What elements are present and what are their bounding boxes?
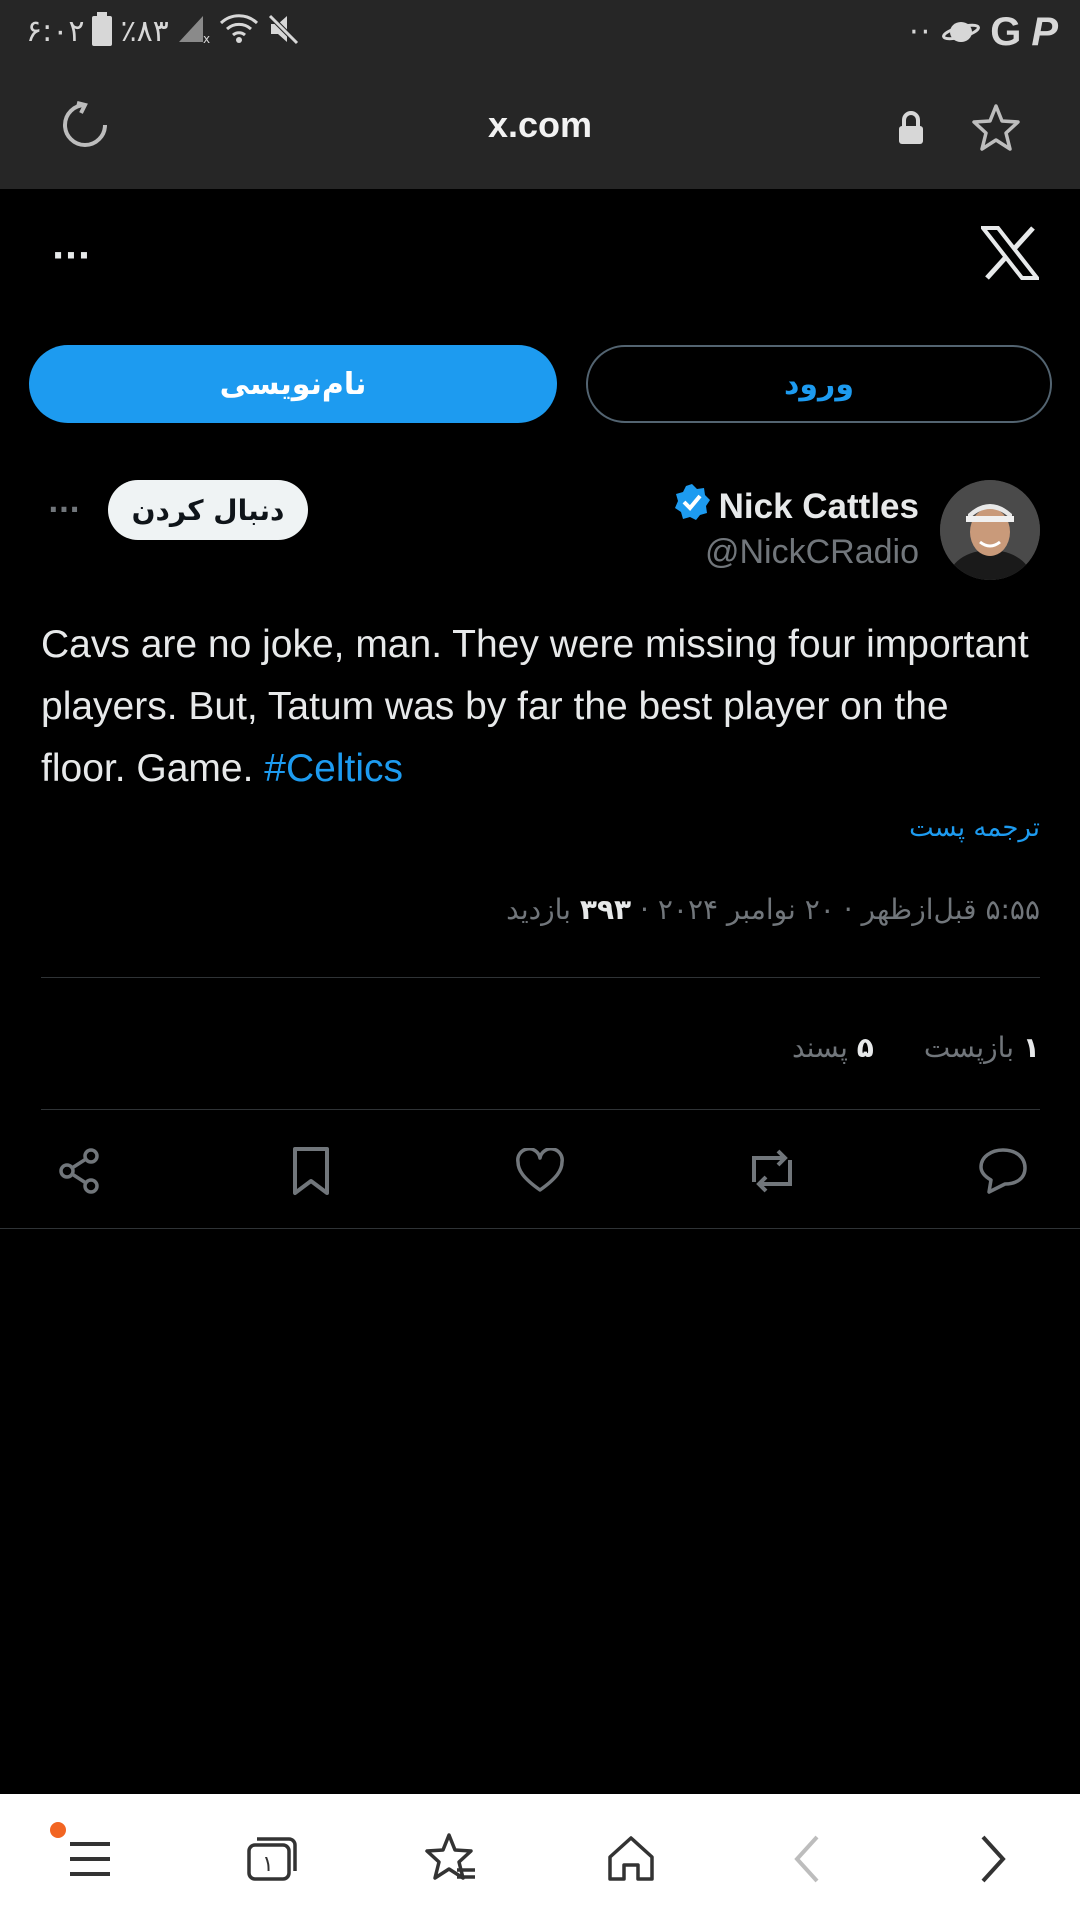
bookmark-icon[interactable] xyxy=(281,1141,341,1201)
status-left: ۶:۰۲ ٪۸۳ x xyxy=(26,12,301,50)
post-stats: ۱ بازپست ۵ پسند xyxy=(792,1031,1040,1064)
author-display-name: Nick Cattles xyxy=(718,486,919,526)
views-label: بازدید xyxy=(506,893,571,926)
back-icon[interactable] xyxy=(782,1832,832,1886)
post-time[interactable]: ۵:۵۵ قبل‌ازظهر xyxy=(862,893,1040,926)
views-count: ۳۹۳ xyxy=(579,893,632,926)
x-logo-icon[interactable] xyxy=(980,225,1040,281)
divider xyxy=(41,977,1040,978)
bookmarks-icon[interactable] xyxy=(420,1830,482,1888)
follow-button[interactable]: دنبال کردن xyxy=(108,480,308,540)
repost-icon[interactable] xyxy=(741,1141,803,1201)
meta-separator: · xyxy=(843,893,853,926)
post-meta: ۵:۵۵ قبل‌ازظهر · ۲۰ نوامبر ۲۰۲۴ · ۳۹۳ با… xyxy=(506,893,1040,926)
wifi-icon xyxy=(219,13,259,49)
verified-badge-icon xyxy=(673,483,711,530)
signal-icon: x xyxy=(177,14,211,48)
reply-icon[interactable] xyxy=(972,1141,1034,1201)
signup-button[interactable]: نام‌نویسی xyxy=(29,345,557,423)
x-page: ··· نام‌نویسی ورود Nick Cattles @NickCRa… xyxy=(0,189,1080,1794)
saturn-app-icon xyxy=(942,16,981,50)
likes-stat[interactable]: ۵ پسند xyxy=(792,1031,874,1064)
browser-url-bar: x.com xyxy=(0,64,1080,189)
svg-text:۱: ۱ xyxy=(262,1852,274,1877)
divider xyxy=(41,1109,1040,1110)
p-app-icon: P xyxy=(1031,10,1058,54)
post-date[interactable]: ۲۰ نوامبر ۲۰۲۴ xyxy=(658,893,835,926)
login-button[interactable]: ورود xyxy=(586,345,1052,423)
tabs-icon[interactable]: ۱ xyxy=(242,1830,302,1886)
likes-label: پسند xyxy=(791,1031,848,1064)
battery-percent: ٪۸۳ xyxy=(120,13,169,49)
author-name-row[interactable]: Nick Cattles xyxy=(673,483,919,530)
menu-icon[interactable] xyxy=(62,1834,118,1884)
svg-text:x: x xyxy=(203,32,210,44)
post-more-button[interactable]: ··· xyxy=(42,493,86,526)
status-time: ۶:۰۲ xyxy=(26,13,85,49)
avatar[interactable] xyxy=(940,480,1040,580)
translate-post-link[interactable]: ترجمه پست xyxy=(909,813,1040,843)
meta-separator: · xyxy=(640,893,649,926)
forward-icon[interactable] xyxy=(968,1832,1018,1886)
battery-icon xyxy=(92,12,113,50)
reposts-label: بازپست xyxy=(923,1031,1014,1064)
status-right: ·· G P xyxy=(909,10,1058,55)
post-text: Cavs are no joke, man. They were missing… xyxy=(41,614,1041,800)
divider xyxy=(0,1228,1080,1229)
browser-bottom-nav: ۱ xyxy=(0,1794,1080,1920)
reposts-count: ۱ xyxy=(1022,1031,1040,1064)
status-bar: ۶:۰۲ ٪۸۳ x ·· G P xyxy=(0,0,1080,64)
mute-icon xyxy=(267,13,301,49)
home-icon[interactable] xyxy=(600,1830,662,1888)
more-menu-button[interactable]: ··· xyxy=(46,236,96,276)
share-icon[interactable] xyxy=(50,1141,110,1201)
star-icon[interactable] xyxy=(968,100,1024,156)
google-icon: G xyxy=(990,10,1022,54)
heart-icon[interactable] xyxy=(510,1141,570,1201)
overflow-dots: ·· xyxy=(909,15,933,50)
lock-icon[interactable] xyxy=(894,108,928,148)
notification-dot xyxy=(50,1822,66,1838)
reposts-stat[interactable]: ۱ بازپست xyxy=(924,1031,1040,1064)
author-handle[interactable]: @NickCRadio xyxy=(705,533,919,572)
post-body: Cavs are no joke, man. They were missing… xyxy=(41,623,1029,790)
hashtag-link[interactable]: #Celtics xyxy=(264,747,403,790)
likes-count: ۵ xyxy=(856,1031,874,1064)
